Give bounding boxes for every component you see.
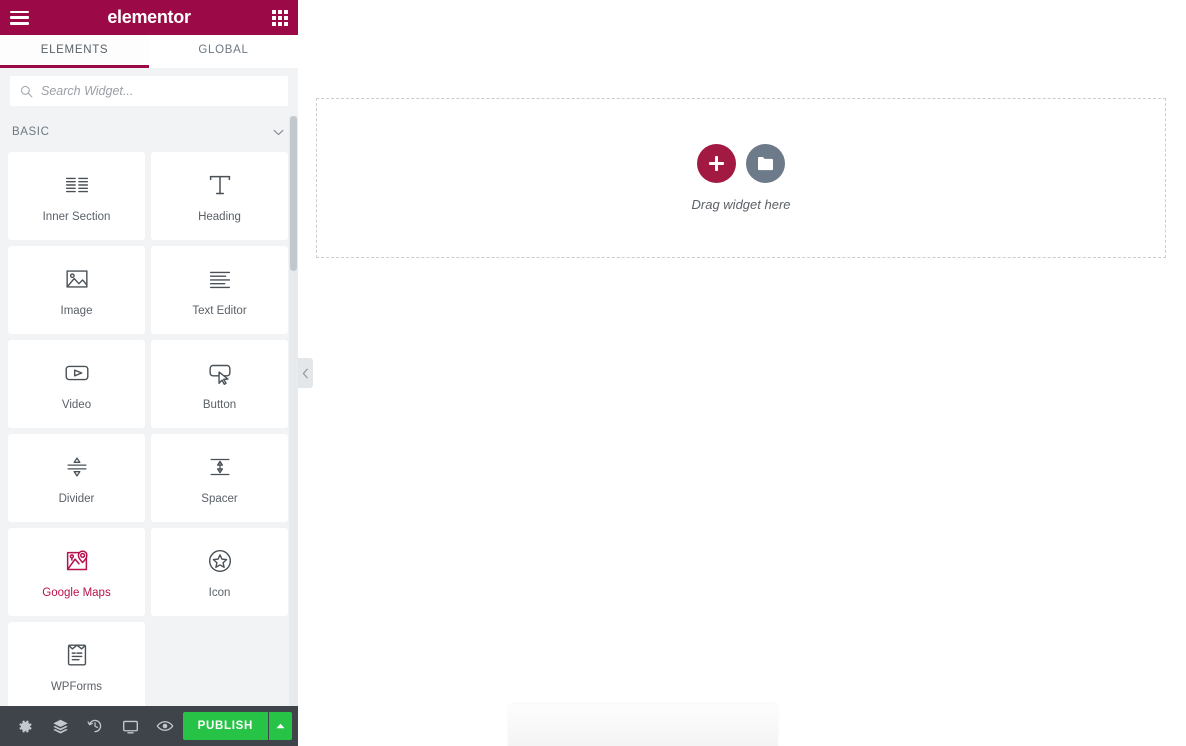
add-template-button[interactable] [746,144,785,183]
dropzone-label: Drag widget here [691,197,791,212]
spacer-icon [210,458,229,475]
text-editor-icon [209,271,230,288]
caret-up-icon [276,723,285,729]
wpforms-icon [67,643,86,666]
star-icon [208,549,231,572]
tab-global[interactable]: GLOBAL [149,35,298,68]
panel-tabs: ELEMENTS GLOBAL [0,35,298,68]
panel-footer: PUBLISH [0,706,298,746]
panel-scrollbar-track[interactable] [289,116,298,706]
navigator-button[interactable] [43,706,78,746]
editor-panel: elementor ELEMENTS GLOBAL BASIC [0,0,298,746]
add-section-button[interactable] [697,144,736,183]
divider-icon [67,456,86,477]
publish-group: PUBLISH [182,712,292,740]
heading-icon [209,175,230,194]
bottom-overlay-panel [508,704,778,746]
layers-icon [53,719,68,734]
search-widget-area [0,68,298,116]
widget-list-scroll[interactable]: BASIC Inner Section Heading Image Text E… [0,116,298,706]
chevron-left-icon [302,368,308,378]
video-icon [65,365,88,380]
gear-icon [19,719,32,733]
google-maps-icon [66,549,88,570]
widget-button[interactable]: Button [151,340,288,428]
panel-header: elementor [0,0,298,35]
widget-label: Google Maps [42,586,111,599]
button-icon [208,364,231,385]
inner-section-icon [65,177,88,192]
image-icon [65,269,88,288]
elementor-logo: elementor [107,7,191,27]
elementor-editor: elementor ELEMENTS GLOBAL BASIC [0,0,1186,746]
section-basic-header[interactable]: BASIC [0,116,298,148]
widget-icon[interactable]: Icon [151,528,288,616]
widget-wpforms[interactable]: WPForms [8,622,145,706]
tab-elements[interactable]: ELEMENTS [0,35,149,68]
widget-label: Icon [208,586,231,599]
publish-options-button[interactable] [268,712,292,740]
search-box[interactable] [10,76,288,106]
hamburger-icon[interactable] [10,10,29,25]
settings-button[interactable] [8,706,43,746]
widget-label: Button [202,398,237,411]
history-button[interactable] [78,706,113,746]
history-icon [87,719,102,733]
preview-button[interactable] [148,706,183,746]
chevron-down-icon[interactable] [273,129,284,136]
section-basic-title: BASIC [12,126,50,138]
section-dropzone[interactable]: Drag widget here [316,98,1166,258]
dropzone-buttons [697,144,785,183]
widget-grid: Inner Section Heading Image Text Editor … [0,148,298,706]
folder-icon [758,156,773,171]
publish-button[interactable]: PUBLISH [182,712,268,740]
widget-label: Inner Section [42,210,111,223]
monitor-icon [122,720,138,733]
preview-canvas[interactable]: Drag widget here [298,0,1186,746]
widget-heading[interactable]: Heading [151,152,288,240]
widget-video[interactable]: Video [8,340,145,428]
widget-label: Spacer [201,492,238,505]
widget-label: Text Editor [192,304,247,317]
apps-grid-icon[interactable] [272,9,288,26]
widget-label: Video [61,398,92,411]
widget-text-editor[interactable]: Text Editor [151,246,288,334]
eye-icon [156,721,174,731]
search-input[interactable] [41,84,278,98]
widget-google-maps[interactable]: Google Maps [8,528,145,616]
panel-scrollbar-thumb[interactable] [290,116,297,271]
plus-icon [709,156,724,171]
widget-label: Image [60,304,93,317]
search-icon [20,85,33,97]
widget-image[interactable]: Image [8,246,145,334]
widget-label: Divider [58,492,95,505]
responsive-mode-button[interactable] [113,706,148,746]
panel-collapse-handle[interactable] [298,358,313,388]
widget-divider[interactable]: Divider [8,434,145,522]
widget-spacer[interactable]: Spacer [151,434,288,522]
widget-label: Heading [198,210,241,223]
widget-inner-section[interactable]: Inner Section [8,152,145,240]
widget-label: WPForms [50,680,103,693]
